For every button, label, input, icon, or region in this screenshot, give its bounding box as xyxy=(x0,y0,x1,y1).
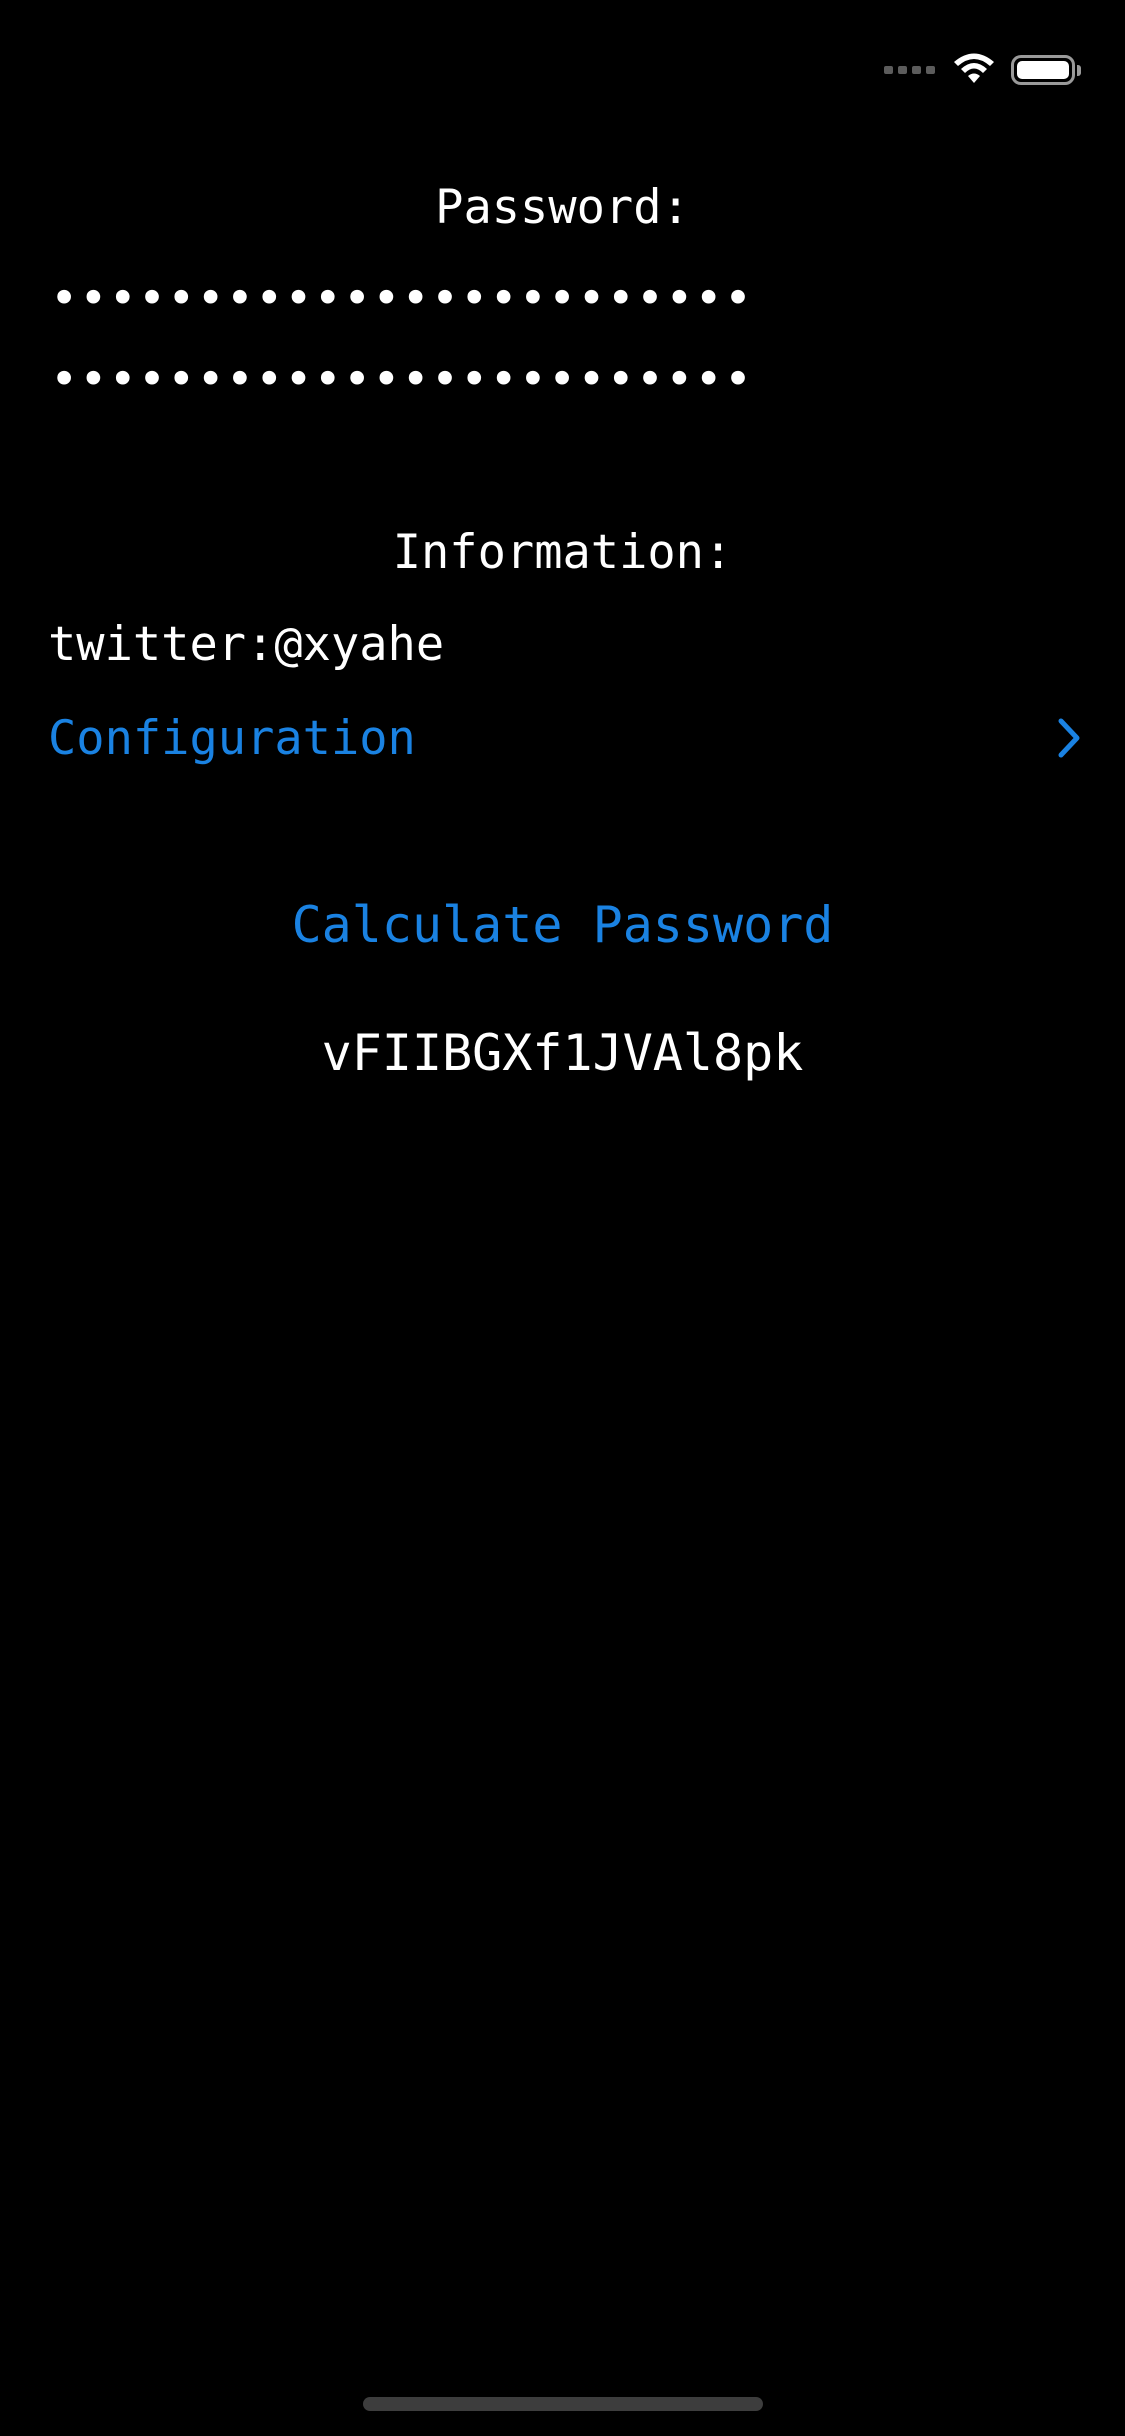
generated-password-output: vFIIBGXf1JVAl8pk xyxy=(321,1024,804,1082)
information-field[interactable]: twitter:@xyahe xyxy=(48,612,1048,678)
configuration-label: Configuration xyxy=(48,710,416,766)
wifi-icon xyxy=(951,51,997,89)
calculate-password-button[interactable]: Calculate Password xyxy=(0,892,1125,958)
chevron-right-icon xyxy=(1054,714,1084,762)
password-confirm-field[interactable]: •••••••••••••••••••••••• xyxy=(50,350,1050,410)
cellular-signal-icon xyxy=(884,66,935,74)
battery-icon xyxy=(1011,55,1081,85)
information-label: Information: xyxy=(392,525,733,580)
home-indicator[interactable] xyxy=(363,2397,763,2411)
password-field[interactable]: •••••••••••••••••••••••• xyxy=(50,269,1050,329)
status-bar xyxy=(884,48,1081,92)
configuration-row[interactable]: Configuration xyxy=(48,705,1084,771)
password-label: Password: xyxy=(435,180,690,235)
